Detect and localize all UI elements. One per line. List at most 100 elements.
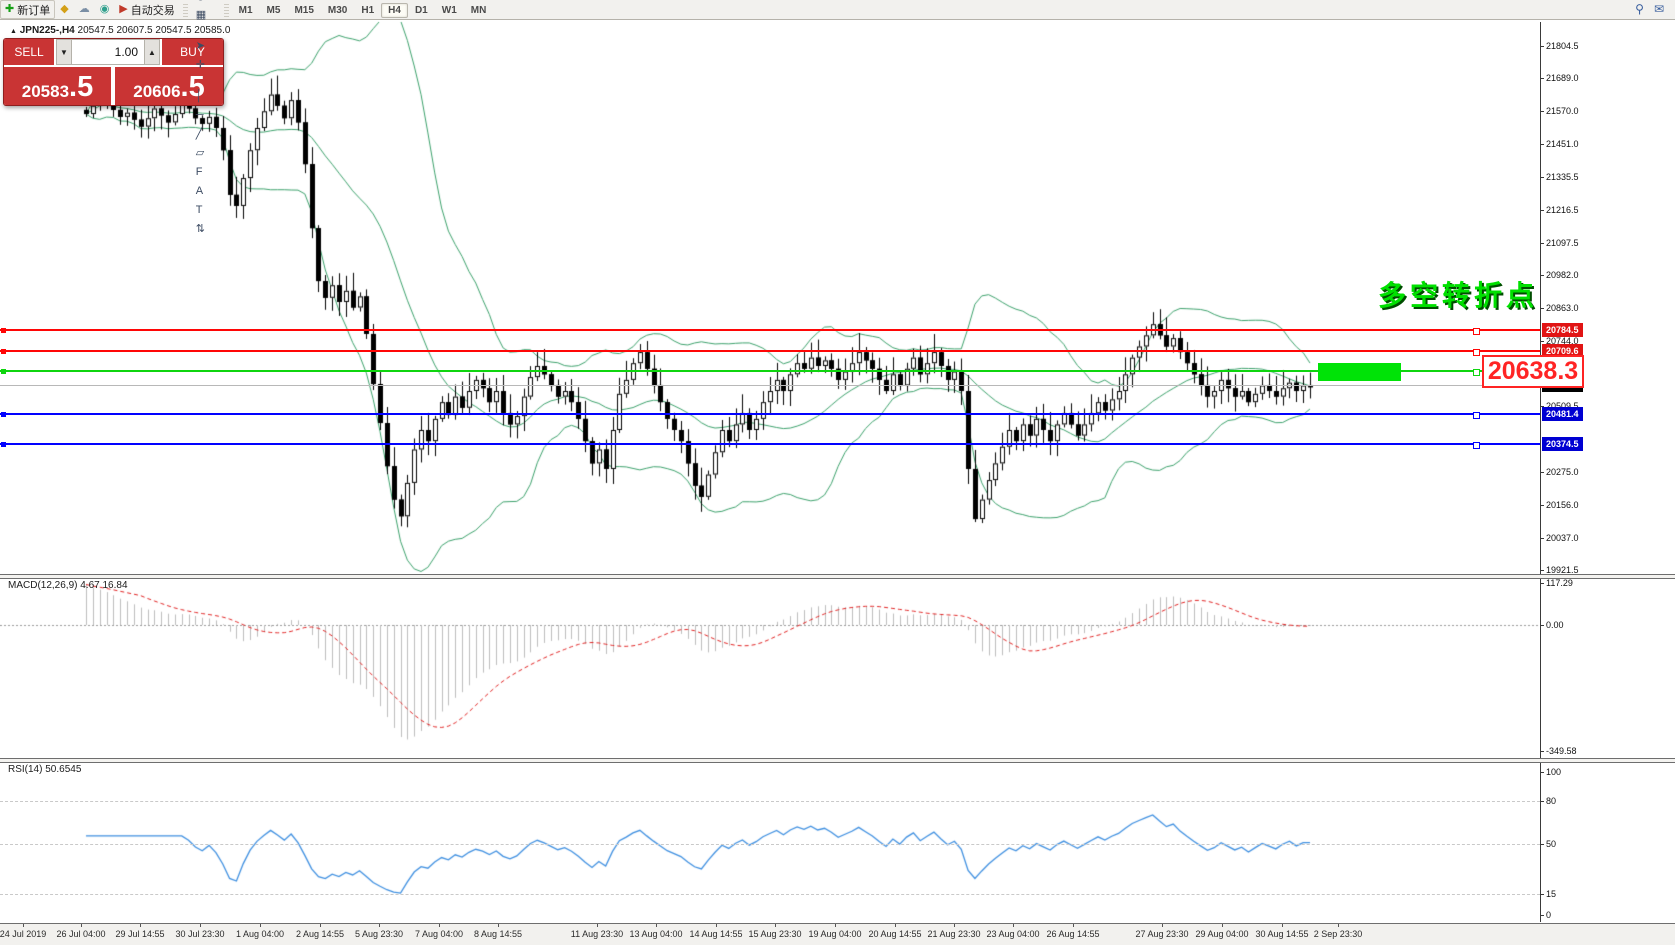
window-expand-icon[interactable]: ▲ bbox=[10, 28, 17, 35]
line-handle[interactable] bbox=[1, 369, 6, 374]
line-handle[interactable] bbox=[1473, 369, 1480, 376]
horizontal-line-20709.6[interactable] bbox=[0, 350, 1540, 352]
price-axis-label: 21451.0 bbox=[1546, 139, 1579, 149]
crosshair-icon: ✛ bbox=[195, 59, 205, 71]
price-tick bbox=[1540, 308, 1544, 309]
new-order-button[interactable]: ✚ 新订单 bbox=[0, 0, 56, 19]
timeframe-h1[interactable]: H1 bbox=[354, 3, 381, 18]
line-handle[interactable] bbox=[1, 442, 6, 447]
rsi-tick bbox=[1540, 772, 1544, 773]
horizontal-line-button[interactable]: ─ bbox=[191, 106, 221, 125]
auto-trading-button[interactable]: ▶ 自动交易 bbox=[114, 0, 179, 19]
eraser-button[interactable]: ◆ bbox=[55, 0, 73, 19]
rsi-tick bbox=[1540, 915, 1544, 916]
horizontal-line-20784.5[interactable] bbox=[0, 329, 1540, 331]
line-handle[interactable] bbox=[1473, 349, 1480, 356]
line-handle[interactable] bbox=[1, 328, 6, 333]
arrows-button[interactable]: ⇅ bbox=[191, 220, 221, 239]
sell-button[interactable]: SELL bbox=[4, 39, 54, 65]
green-highlight-rectangle[interactable] bbox=[1318, 363, 1401, 381]
timeframe-m15[interactable]: M15 bbox=[287, 3, 320, 18]
terminal-button[interactable]: ☁ bbox=[74, 0, 95, 19]
horizontal-line-20481.4[interactable] bbox=[0, 413, 1540, 415]
price-callout-box[interactable]: 20638.3 bbox=[1482, 355, 1584, 388]
search-button[interactable]: ⚲ bbox=[1630, 0, 1649, 19]
line-handle[interactable] bbox=[1473, 442, 1480, 449]
auto-trading-icon: ▶ bbox=[119, 3, 128, 15]
price-level-badge: 20374.5 bbox=[1542, 437, 1583, 451]
horizontal-line-icon: ─ bbox=[195, 109, 204, 121]
timeframe-m30[interactable]: M30 bbox=[321, 3, 354, 18]
fibonacci-icon: F bbox=[195, 166, 203, 178]
sell-price-button[interactable]: 20583 .5 bbox=[4, 67, 111, 105]
pane-divider-macd[interactable] bbox=[0, 574, 1675, 579]
periods-icon: ◷ bbox=[196, 0, 206, 3]
time-axis-label: 26 Aug 14:55 bbox=[1046, 929, 1100, 939]
time-tick bbox=[954, 924, 955, 927]
eraser-icon: ◆ bbox=[60, 3, 69, 15]
timeframe-m5[interactable]: M5 bbox=[260, 3, 288, 18]
time-tick bbox=[1338, 924, 1339, 927]
turning-point-annotation[interactable]: 多空转折点 bbox=[1378, 274, 1538, 314]
label-icon: T bbox=[195, 204, 203, 216]
time-tick bbox=[439, 924, 440, 927]
price-axis-label: 21216.5 bbox=[1546, 205, 1579, 215]
timeframe-h4[interactable]: H4 bbox=[381, 2, 408, 18]
price-tick bbox=[1540, 505, 1544, 506]
chart-canvas[interactable] bbox=[0, 0, 1675, 945]
channel-icon: ▱ bbox=[195, 147, 205, 159]
horizontal-line-20374.5[interactable] bbox=[0, 443, 1540, 445]
sell-price-main: 20583 bbox=[21, 82, 70, 101]
volume-step-down-button[interactable]: ▼ bbox=[56, 39, 72, 65]
vertical-line-button[interactable]: │ bbox=[191, 87, 221, 106]
volume-step-up-button[interactable]: ▲ bbox=[144, 39, 160, 65]
text-button[interactable]: A bbox=[191, 182, 221, 201]
horizontal-line-20585.0[interactable] bbox=[0, 385, 1540, 386]
auto-trading-label: 自动交易 bbox=[130, 4, 175, 17]
time-axis-label: 5 Aug 23:30 bbox=[354, 929, 404, 939]
pane-divider-rsi[interactable] bbox=[0, 758, 1675, 763]
line-handle[interactable] bbox=[1, 349, 6, 354]
crosshair-button[interactable]: ✛ bbox=[191, 56, 221, 75]
channel-button[interactable]: ▱ bbox=[191, 144, 221, 163]
time-tick bbox=[320, 924, 321, 927]
time-tick bbox=[775, 924, 776, 927]
rsi-label: RSI(14) 50.6545 bbox=[8, 764, 82, 775]
new-order-icon: ✚ bbox=[5, 3, 15, 15]
timeframe-d1[interactable]: D1 bbox=[408, 3, 435, 18]
volume-input[interactable]: 1.00 bbox=[72, 39, 144, 65]
label-button[interactable]: T bbox=[191, 201, 221, 220]
timeframe-m1[interactable]: M1 bbox=[232, 3, 260, 18]
mt4-window: ✚ 新订单 ◆ ☁ ◉ ▶ 自动交易 ╷╵╷◫∿⊕⊖⊞⇥⇤ƒ+◷▦➤✛│─╱▱F… bbox=[0, 0, 1675, 945]
templates-button[interactable]: ▦ bbox=[191, 6, 221, 25]
price-tick bbox=[1540, 46, 1544, 47]
price-axis-label: 21804.5 bbox=[1546, 41, 1579, 51]
signal-button[interactable]: ◉ bbox=[95, 0, 115, 19]
line-handle[interactable] bbox=[1, 412, 6, 417]
time-tick bbox=[656, 924, 657, 927]
timeframe-w1[interactable]: W1 bbox=[435, 3, 464, 18]
chat-button[interactable]: ✉ bbox=[1649, 0, 1669, 19]
new-order-label: 新订单 bbox=[17, 4, 51, 17]
line-handle[interactable] bbox=[1473, 412, 1480, 419]
time-axis-label: 27 Aug 23:30 bbox=[1135, 929, 1189, 939]
signal-icon: ◉ bbox=[99, 3, 110, 15]
timeframe-mn[interactable]: MN bbox=[464, 3, 494, 18]
rsi-axis-label: 100 bbox=[1546, 767, 1562, 777]
cursor-button[interactable]: ➤ bbox=[191, 37, 221, 56]
time-tick bbox=[1073, 924, 1074, 927]
trendline-button[interactable]: ╱ bbox=[191, 125, 221, 144]
time-tick bbox=[498, 924, 499, 927]
price-tick bbox=[1540, 243, 1544, 244]
time-tick bbox=[597, 924, 598, 927]
time-tick bbox=[260, 924, 261, 927]
time-axis-label: 2 Aug 14:55 bbox=[295, 929, 345, 939]
price-tick bbox=[1540, 177, 1544, 178]
time-axis-label: 14 Aug 14:55 bbox=[689, 929, 743, 939]
line-handle[interactable] bbox=[1473, 328, 1480, 335]
fibonacci-button[interactable]: F bbox=[191, 163, 221, 182]
time-axis-label: 29 Jul 14:55 bbox=[115, 929, 165, 939]
horizontal-line-20638.3[interactable] bbox=[0, 370, 1540, 372]
price-tick bbox=[1540, 538, 1544, 539]
time-axis-label: 7 Aug 04:00 bbox=[414, 929, 464, 939]
